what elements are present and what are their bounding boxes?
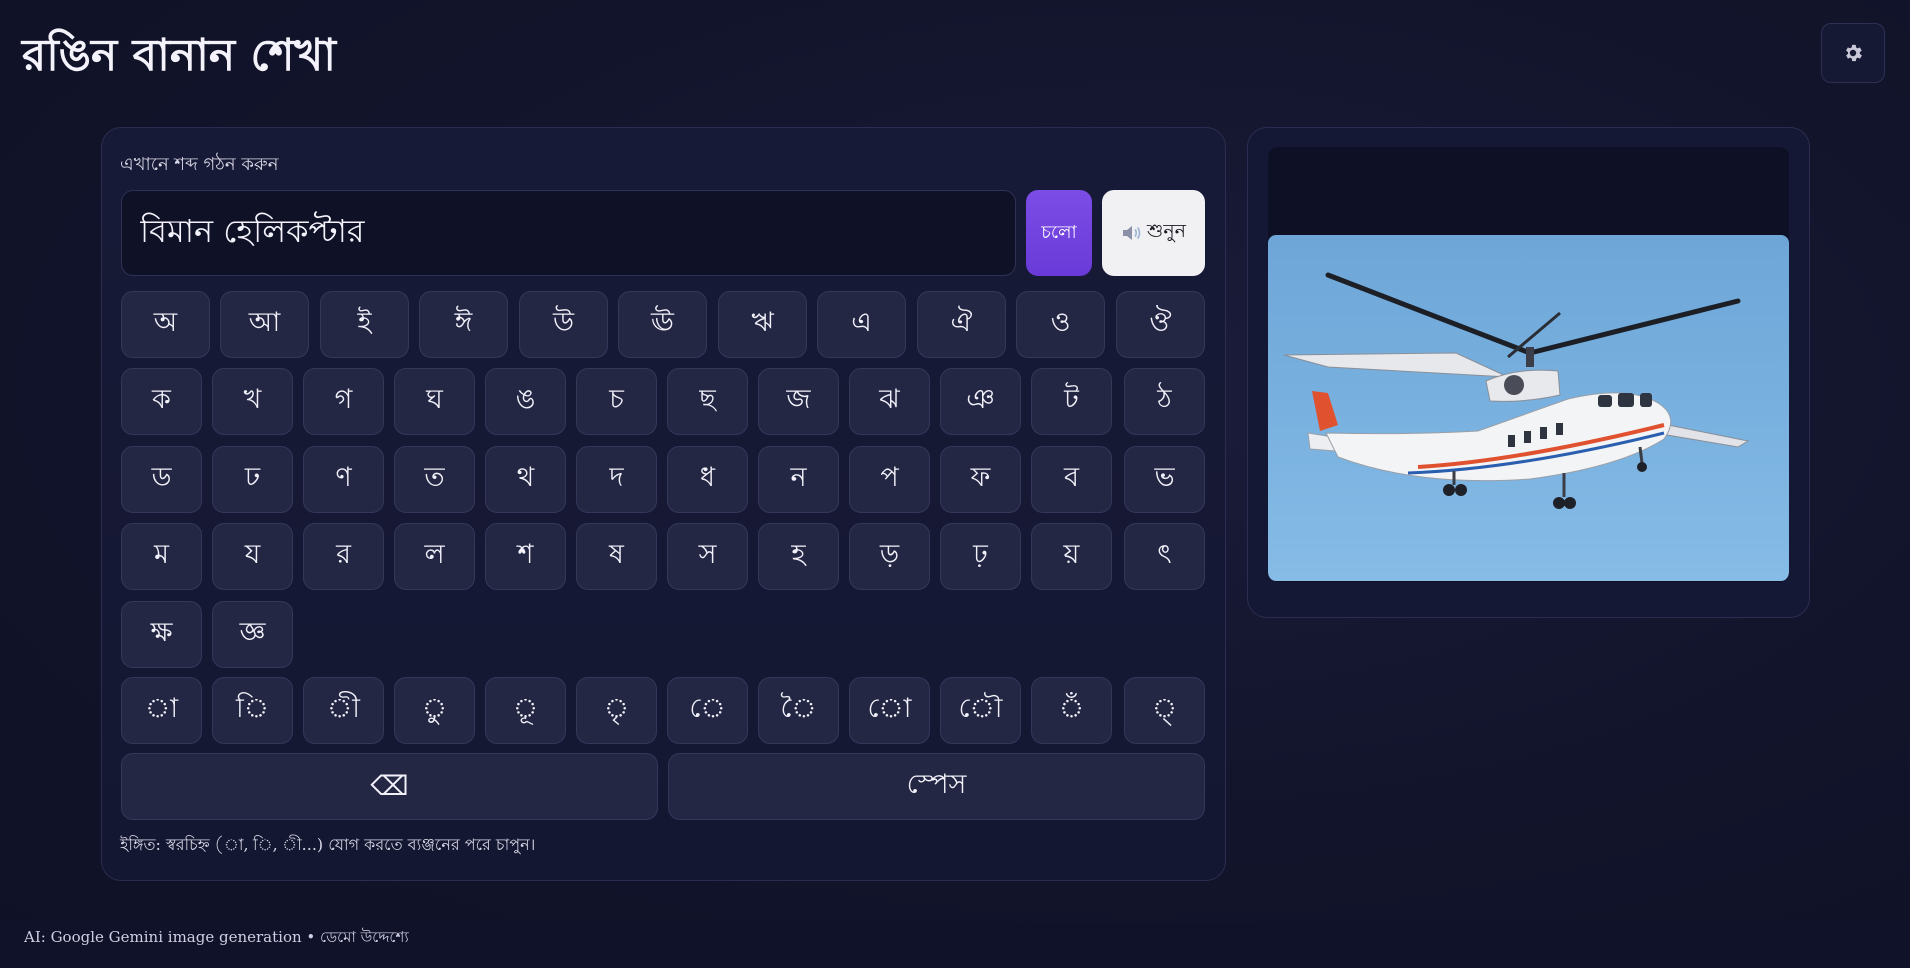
helicopter-image	[1268, 235, 1789, 581]
vowel-key[interactable]: ঊ	[618, 291, 707, 358]
consonant-key[interactable]: ফ	[940, 446, 1021, 513]
vowel-sign-key[interactable]: ঁ	[1031, 677, 1112, 744]
vowel-sign-key[interactable]: ু	[394, 677, 475, 744]
consonant-key[interactable]: ন	[758, 446, 839, 513]
word-input[interactable]	[121, 190, 1016, 276]
vowel-key[interactable]: এ	[817, 291, 906, 358]
consonant-key[interactable]: ষ	[576, 523, 657, 590]
vowel-sign-key[interactable]: ৌ	[940, 677, 1021, 744]
consonant-key[interactable]: ঙ	[485, 368, 566, 435]
image-frame	[1268, 147, 1789, 582]
consonant-key[interactable]: ঝ	[849, 368, 930, 435]
consonant-key[interactable]: ঠ	[1124, 368, 1205, 435]
consonant-key[interactable]: প	[849, 446, 930, 513]
consonant-key[interactable]: ত	[394, 446, 475, 513]
consonant-key[interactable]: র	[303, 523, 384, 590]
settings-button[interactable]	[1821, 23, 1885, 83]
vowel-sign-key[interactable]: ৃ	[576, 677, 657, 744]
consonant-key[interactable]: ছ	[667, 368, 748, 435]
vowel-sign-key[interactable]: ে	[667, 677, 748, 744]
vowel-key[interactable]: অ	[121, 291, 210, 358]
consonant-key[interactable]: ড	[121, 446, 202, 513]
consonant-key[interactable]: ধ	[667, 446, 748, 513]
consonant-key[interactable]: য	[212, 523, 293, 590]
consonant-key[interactable]: ৎ	[1124, 523, 1205, 590]
consonant-key[interactable]: ল	[394, 523, 475, 590]
consonant-key[interactable]: ঘ	[394, 368, 475, 435]
listen-label: শুনুন	[1146, 220, 1187, 242]
vowel-sign-key[interactable]: ি	[212, 677, 293, 744]
space-key[interactable]: স্পেস	[668, 753, 1205, 820]
conjunct-key[interactable]: জ্ঞ	[212, 601, 293, 668]
consonant-key[interactable]: চ	[576, 368, 657, 435]
consonant-key[interactable]: ট	[1031, 368, 1112, 435]
consonant-key[interactable]: ঢ	[212, 446, 293, 513]
conjunct-key[interactable]: ক্ষ	[121, 601, 202, 668]
gear-icon	[1846, 44, 1862, 62]
consonant-key[interactable]: দ	[576, 446, 657, 513]
vowel-sign-key[interactable]: ী	[303, 677, 384, 744]
builder-label: এখানে শব্দ গঠন করুন	[120, 154, 279, 175]
consonant-key[interactable]: ঞ	[940, 368, 1021, 435]
consonant-key[interactable]: ম	[121, 523, 202, 590]
consonant-key[interactable]: ড়	[849, 523, 930, 590]
vowel-sign-key[interactable]: া	[121, 677, 202, 744]
vowel-key[interactable]: ঐ	[917, 291, 1006, 358]
vowel-sign-key[interactable]: ্	[1124, 677, 1205, 744]
consonant-key[interactable]: স	[667, 523, 748, 590]
consonant-key[interactable]: হ	[758, 523, 839, 590]
consonant-key[interactable]: ক	[121, 368, 202, 435]
go-button[interactable]: চলো	[1026, 190, 1092, 276]
consonant-key[interactable]: খ	[212, 368, 293, 435]
consonant-key[interactable]: গ	[303, 368, 384, 435]
consonant-key[interactable]: ব	[1031, 446, 1112, 513]
vowel-key[interactable]: উ	[519, 291, 608, 358]
speaker-icon	[1122, 226, 1141, 240]
vowel-key[interactable]: ই	[320, 291, 409, 358]
consonant-key[interactable]: ভ	[1124, 446, 1205, 513]
vowel-key[interactable]: ঈ	[419, 291, 508, 358]
vowel-key[interactable]: ঋ	[718, 291, 807, 358]
vowel-key[interactable]: আ	[220, 291, 309, 358]
app-title: রঙিন বানান শেখা	[22, 30, 337, 81]
hint-text: ইঙ্গিত: স্বরচিহ্ন (া, ি, ী...) যোগ করতে …	[120, 835, 536, 854]
backspace-key[interactable]: ⌫	[121, 753, 658, 820]
vowel-sign-key[interactable]: ৈ	[758, 677, 839, 744]
vowel-key[interactable]: ও	[1016, 291, 1105, 358]
consonant-key[interactable]: থ	[485, 446, 566, 513]
consonant-key[interactable]: শ	[485, 523, 566, 590]
consonant-key[interactable]: য়	[1031, 523, 1112, 590]
consonant-key[interactable]: জ	[758, 368, 839, 435]
vowel-sign-key[interactable]: ো	[849, 677, 930, 744]
vowel-sign-key[interactable]: ূ	[485, 677, 566, 744]
consonant-key[interactable]: ণ	[303, 446, 384, 513]
vowel-key[interactable]: ঔ	[1116, 291, 1205, 358]
listen-button[interactable]: শুনুন	[1102, 190, 1205, 276]
footer-credit: AI: Google Gemini image generation • ডেম…	[24, 928, 409, 946]
consonant-key[interactable]: ঢ়	[940, 523, 1021, 590]
